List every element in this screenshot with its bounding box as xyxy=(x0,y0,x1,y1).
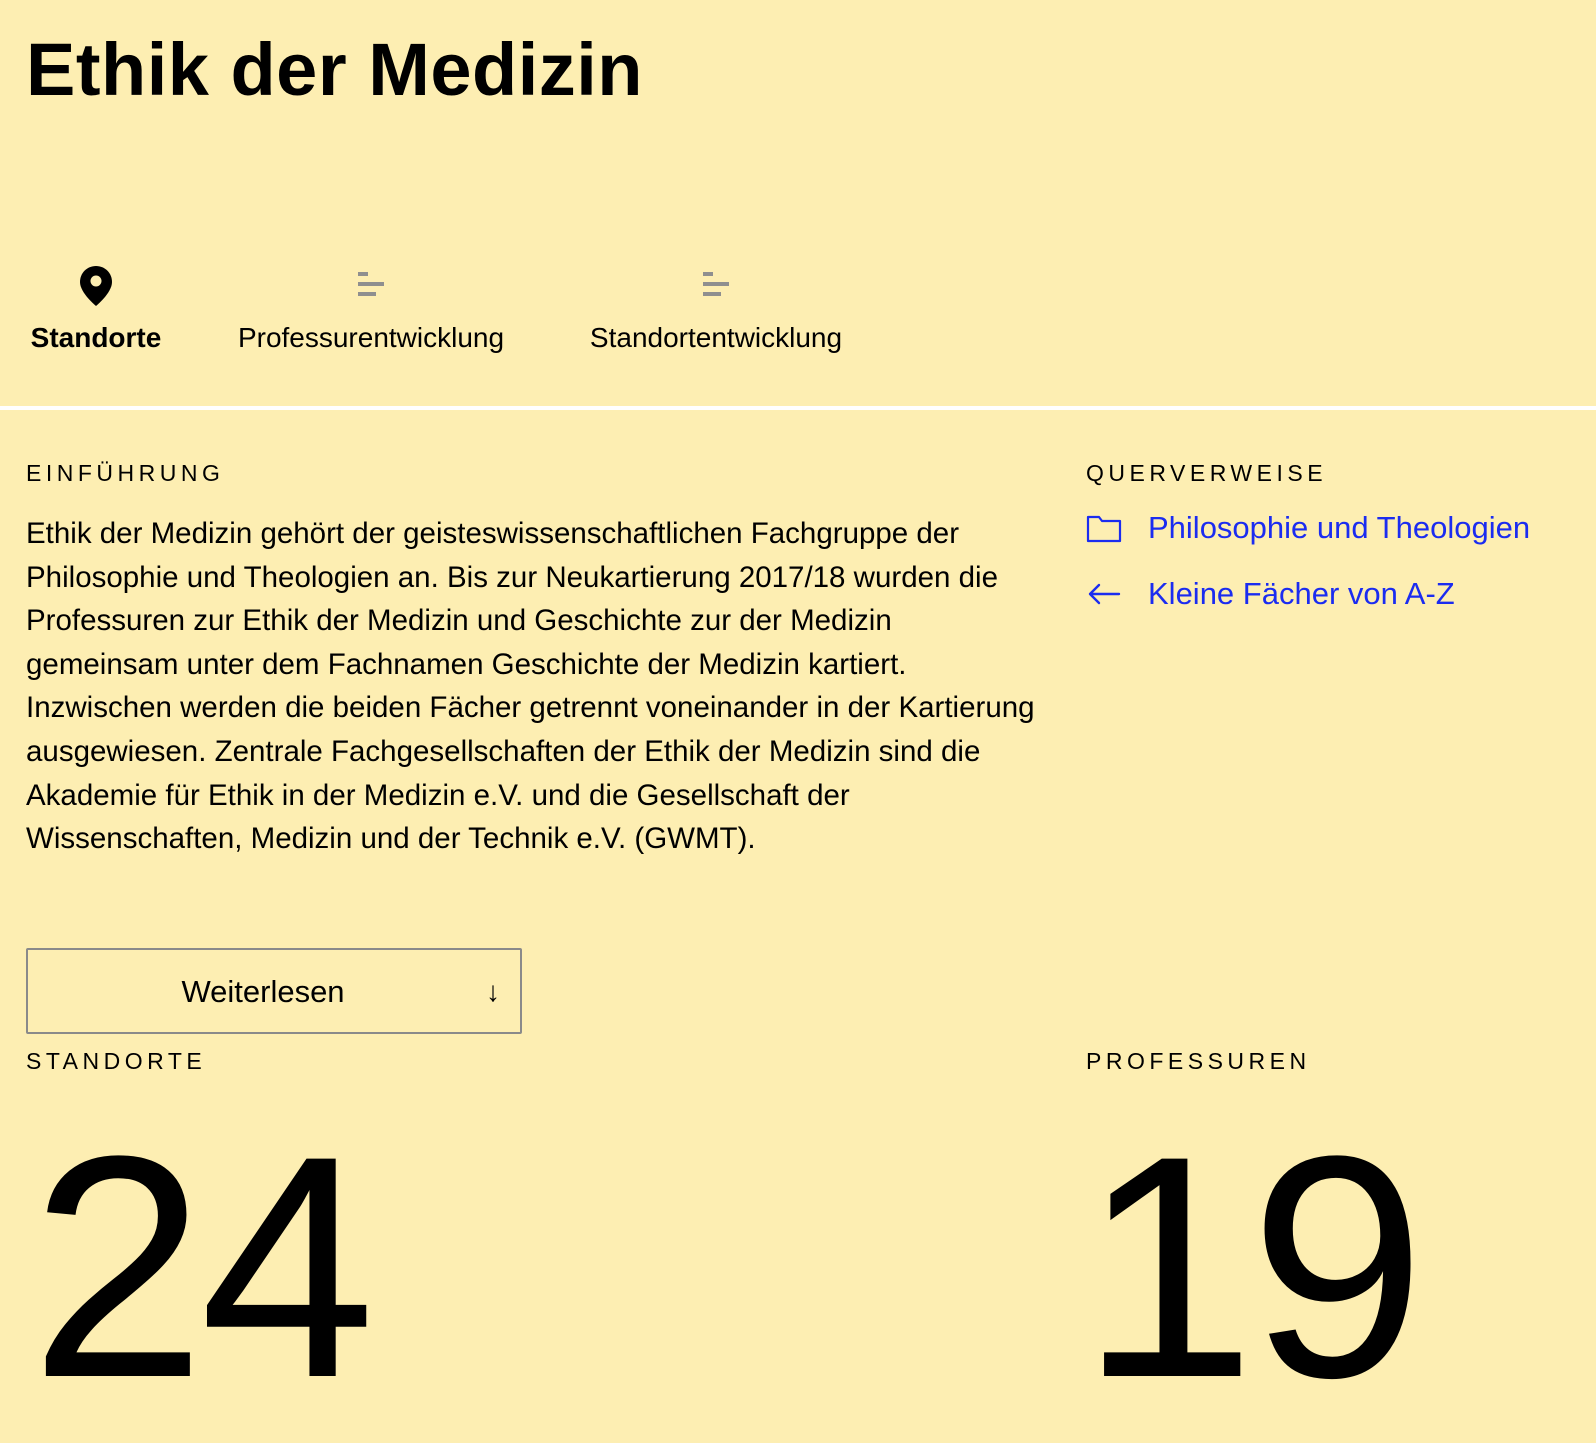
tab-label-standortentwicklung: Standortentwicklung xyxy=(589,322,843,353)
arrow-down-icon: ↓ xyxy=(486,976,500,1007)
tab-label-professurentwicklung: Professurentwicklung xyxy=(237,322,505,353)
bar-chart-icon xyxy=(226,262,516,310)
professuren-label: PROFESSUREN xyxy=(1086,1048,1311,1074)
bar-chart-icon xyxy=(576,262,856,310)
professuren-count: 19 xyxy=(1080,1090,1425,1443)
map-pin-icon xyxy=(26,262,166,310)
crossref-link-philosophie[interactable]: Philosophie und Theologien xyxy=(1086,508,1530,548)
page-title: Ethik der Medizin xyxy=(26,28,644,111)
intro-heading: EINFÜHRUNG xyxy=(26,460,225,486)
tab-label-standorte: Standorte xyxy=(30,322,162,353)
crossrefs-heading: QUERVERWEISE xyxy=(1086,460,1328,486)
intro-text: Ethik der Medizin gehört der geisteswiss… xyxy=(26,517,1035,856)
tab-standortentwicklung[interactable]: Standortentwicklung xyxy=(576,262,856,362)
folder-icon xyxy=(1086,510,1122,546)
read-more-label: Weiterlesen xyxy=(181,974,345,1009)
tab-divider xyxy=(0,406,1596,410)
tab-standorte[interactable]: Standorte xyxy=(26,262,166,362)
crossref-link-label: Philosophie und Theologien xyxy=(1148,510,1531,545)
tab-professurentwicklung[interactable]: Professurentwicklung xyxy=(226,262,516,362)
arrow-left-icon xyxy=(1086,576,1122,612)
read-more-button[interactable]: Weiterlesen ↓ xyxy=(26,948,522,1034)
standorte-count: 24 xyxy=(30,1090,375,1443)
crossref-link-label: Kleine Fächer von A-Z xyxy=(1148,576,1455,611)
crossref-link-kleine-faecher[interactable]: Kleine Fächer von A-Z xyxy=(1086,574,1455,614)
standorte-label: STANDORTE xyxy=(26,1048,207,1074)
